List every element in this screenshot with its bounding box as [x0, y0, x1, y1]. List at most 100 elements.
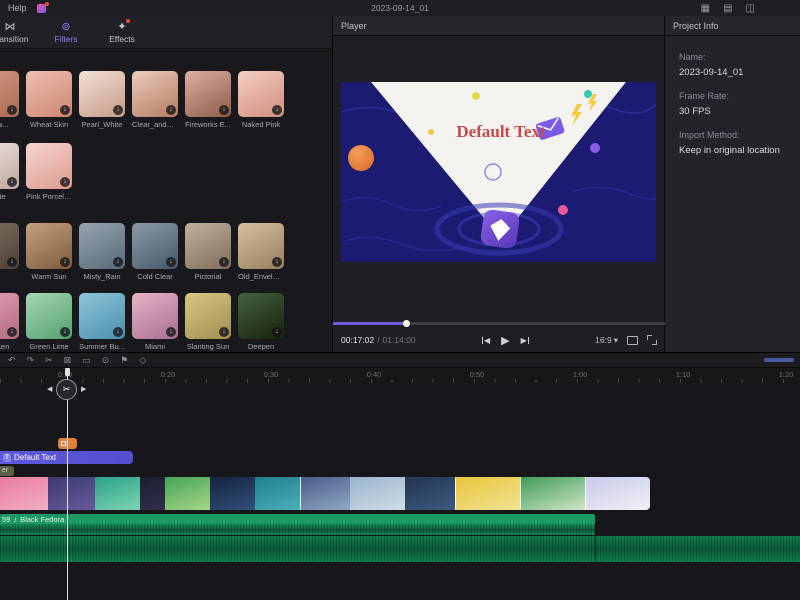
filter-item[interactable]: ↓ Pink Porcela...: [26, 143, 72, 201]
download-icon[interactable]: ↓: [7, 327, 17, 337]
download-icon[interactable]: ↓: [60, 257, 70, 267]
next-frame-button[interactable]: ▶: [521, 336, 529, 345]
video-frame-thumb[interactable]: [210, 477, 255, 510]
timeline-tracks[interactable]: T Default Text er 59 ♪ Black Fedora: [0, 384, 800, 600]
marker-icon[interactable]: ⚑: [120, 353, 128, 368]
video-frame-thumb[interactable]: [405, 477, 455, 510]
filter-item[interactable]: ↓ Pictorial: [185, 223, 231, 281]
video-frame-thumb[interactable]: [455, 477, 520, 510]
filter-item[interactable]: ↓t: [0, 223, 19, 281]
play-button[interactable]: ▶: [501, 334, 509, 347]
video-frame-thumb[interactable]: [520, 477, 585, 510]
filter-item[interactable]: ↓ Warm Sun: [26, 223, 72, 281]
progress-knob[interactable]: [403, 320, 411, 327]
filter-thumbnail[interactable]: ↓: [79, 71, 125, 117]
filter-item[interactable]: ↓ Pearl_White: [79, 71, 125, 129]
download-icon[interactable]: ↓: [219, 327, 229, 337]
fullscreen-icon[interactable]: [646, 335, 657, 345]
video-frame-thumb[interactable]: [350, 477, 405, 510]
crop-icon[interactable]: [626, 335, 638, 345]
undo-icon[interactable]: ↶: [8, 353, 16, 368]
filter-item[interactable]: ↓ Cold Clear: [132, 223, 178, 281]
download-icon[interactable]: ↓: [7, 257, 17, 267]
filter-item[interactable]: ↓ Fireworks E...: [185, 71, 231, 129]
download-icon[interactable]: ↓: [272, 257, 282, 267]
seek-bar[interactable]: [333, 320, 665, 327]
video-frame-thumb[interactable]: [0, 477, 48, 510]
split-icon[interactable]: ✂: [45, 353, 53, 368]
filter-thumbnail[interactable]: ↓: [185, 223, 231, 269]
download-icon[interactable]: ↓: [272, 327, 282, 337]
download-icon[interactable]: ↓: [166, 327, 176, 337]
download-icon[interactable]: ↓: [113, 105, 123, 115]
video-frame-thumb[interactable]: [165, 477, 210, 510]
filter-item[interactable]: ↓White: [0, 143, 19, 201]
video-frame-thumb[interactable]: [140, 477, 165, 510]
trim-left-arrow-icon[interactable]: ◀: [47, 385, 52, 393]
download-icon[interactable]: ↓: [219, 257, 229, 267]
filter-thumbnail[interactable]: ↓: [26, 71, 72, 117]
filter-item[interactable]: ↓ Wheat Skin: [26, 71, 72, 129]
tab-transition[interactable]: ⋈ Transition: [0, 21, 38, 44]
sticker-clip[interactable]: er: [0, 466, 14, 476]
filter-item[interactable]: ↓ Naked Pink: [238, 71, 284, 129]
video-frame-thumb[interactable]: [585, 477, 650, 510]
keyboard-shortcuts-icon[interactable]: ▤: [723, 3, 732, 14]
filter-thumbnail[interactable]: ↓: [238, 293, 284, 339]
audio-clip-black-fedora[interactable]: 59 ♪ Black Fedora: [0, 514, 595, 535]
speed-icon[interactable]: ⊙: [102, 353, 110, 368]
timeline-ruler[interactable]: 0:100:200:300:400:501:001:101:20: [0, 368, 800, 383]
filter-item[interactable]: ↓ Misty_Rain: [79, 223, 125, 281]
filter-thumbnail[interactable]: ↓: [132, 293, 178, 339]
crop-icon[interactable]: ▭: [82, 353, 91, 368]
timeline-scrollbar-thumb[interactable]: [764, 358, 794, 362]
split-scissors-button[interactable]: ✂: [56, 379, 77, 400]
filter-thumbnail[interactable]: ↓: [238, 71, 284, 117]
keyframe-icon[interactable]: ◇: [139, 353, 146, 368]
video-preview[interactable]: Default Text: [341, 82, 656, 262]
video-frame-thumb[interactable]: [48, 477, 95, 510]
filter-thumbnail[interactable]: ↓: [79, 223, 125, 269]
filter-thumbnail[interactable]: ↓: [0, 71, 19, 117]
playhead[interactable]: [65, 368, 70, 600]
video-frame-thumb[interactable]: [300, 477, 350, 510]
video-clip-strip[interactable]: [0, 477, 650, 510]
download-icon[interactable]: ↓: [272, 105, 282, 115]
filter-thumbnail[interactable]: ↓: [132, 223, 178, 269]
download-icon[interactable]: ↓: [7, 105, 17, 115]
delete-icon[interactable]: ⊠: [64, 353, 72, 368]
previous-frame-button[interactable]: ◀: [482, 336, 490, 345]
download-icon[interactable]: ↓: [60, 105, 70, 115]
download-icon[interactable]: ↓: [113, 257, 123, 267]
video-frame-thumb[interactable]: [255, 477, 300, 510]
filter-thumbnail[interactable]: ↓: [79, 293, 125, 339]
filter-item[interactable]: ↓ Old_Envelope: [238, 223, 284, 281]
filter-item[interactable]: ↓ Green Lime: [26, 293, 72, 351]
trim-right-arrow-icon[interactable]: ▶: [81, 385, 86, 393]
filter-thumbnail[interactable]: ↓: [26, 293, 72, 339]
download-icon[interactable]: ↓: [60, 327, 70, 337]
filter-item[interactable]: ↓ _Pow...: [0, 71, 19, 129]
filter-item[interactable]: ↓ Awaken: [0, 293, 19, 351]
filter-item[interactable]: ↓ Summer Bu...: [79, 293, 125, 351]
download-icon[interactable]: ↓: [60, 177, 70, 187]
download-icon[interactable]: ↓: [113, 327, 123, 337]
filter-item[interactable]: ↓ Clear_and_T...: [132, 71, 178, 129]
filter-thumbnail[interactable]: ↓: [0, 293, 19, 339]
filter-thumbnail[interactable]: ↓: [26, 223, 72, 269]
download-icon[interactable]: ↓: [166, 257, 176, 267]
aspect-ratio-select[interactable]: 16:9 ▾: [595, 335, 618, 346]
filter-thumbnail[interactable]: ↓: [0, 143, 19, 189]
video-frame-thumb[interactable]: [95, 477, 140, 510]
download-icon[interactable]: ↓: [7, 177, 17, 187]
filter-item[interactable]: ↓ Miami: [132, 293, 178, 351]
layout-grid-icon[interactable]: ▦: [701, 3, 710, 14]
filter-thumbnail[interactable]: ↓: [0, 223, 19, 269]
download-icon[interactable]: ↓: [166, 105, 176, 115]
filter-thumbnail[interactable]: ↓: [238, 223, 284, 269]
download-icon[interactable]: ↓: [219, 105, 229, 115]
filter-thumbnail[interactable]: ↓: [185, 293, 231, 339]
filter-thumbnail[interactable]: ↓: [26, 143, 72, 189]
tab-filters[interactable]: ⊚ Filters: [38, 21, 94, 44]
tutorial-book-icon[interactable]: ◫: [746, 3, 755, 14]
